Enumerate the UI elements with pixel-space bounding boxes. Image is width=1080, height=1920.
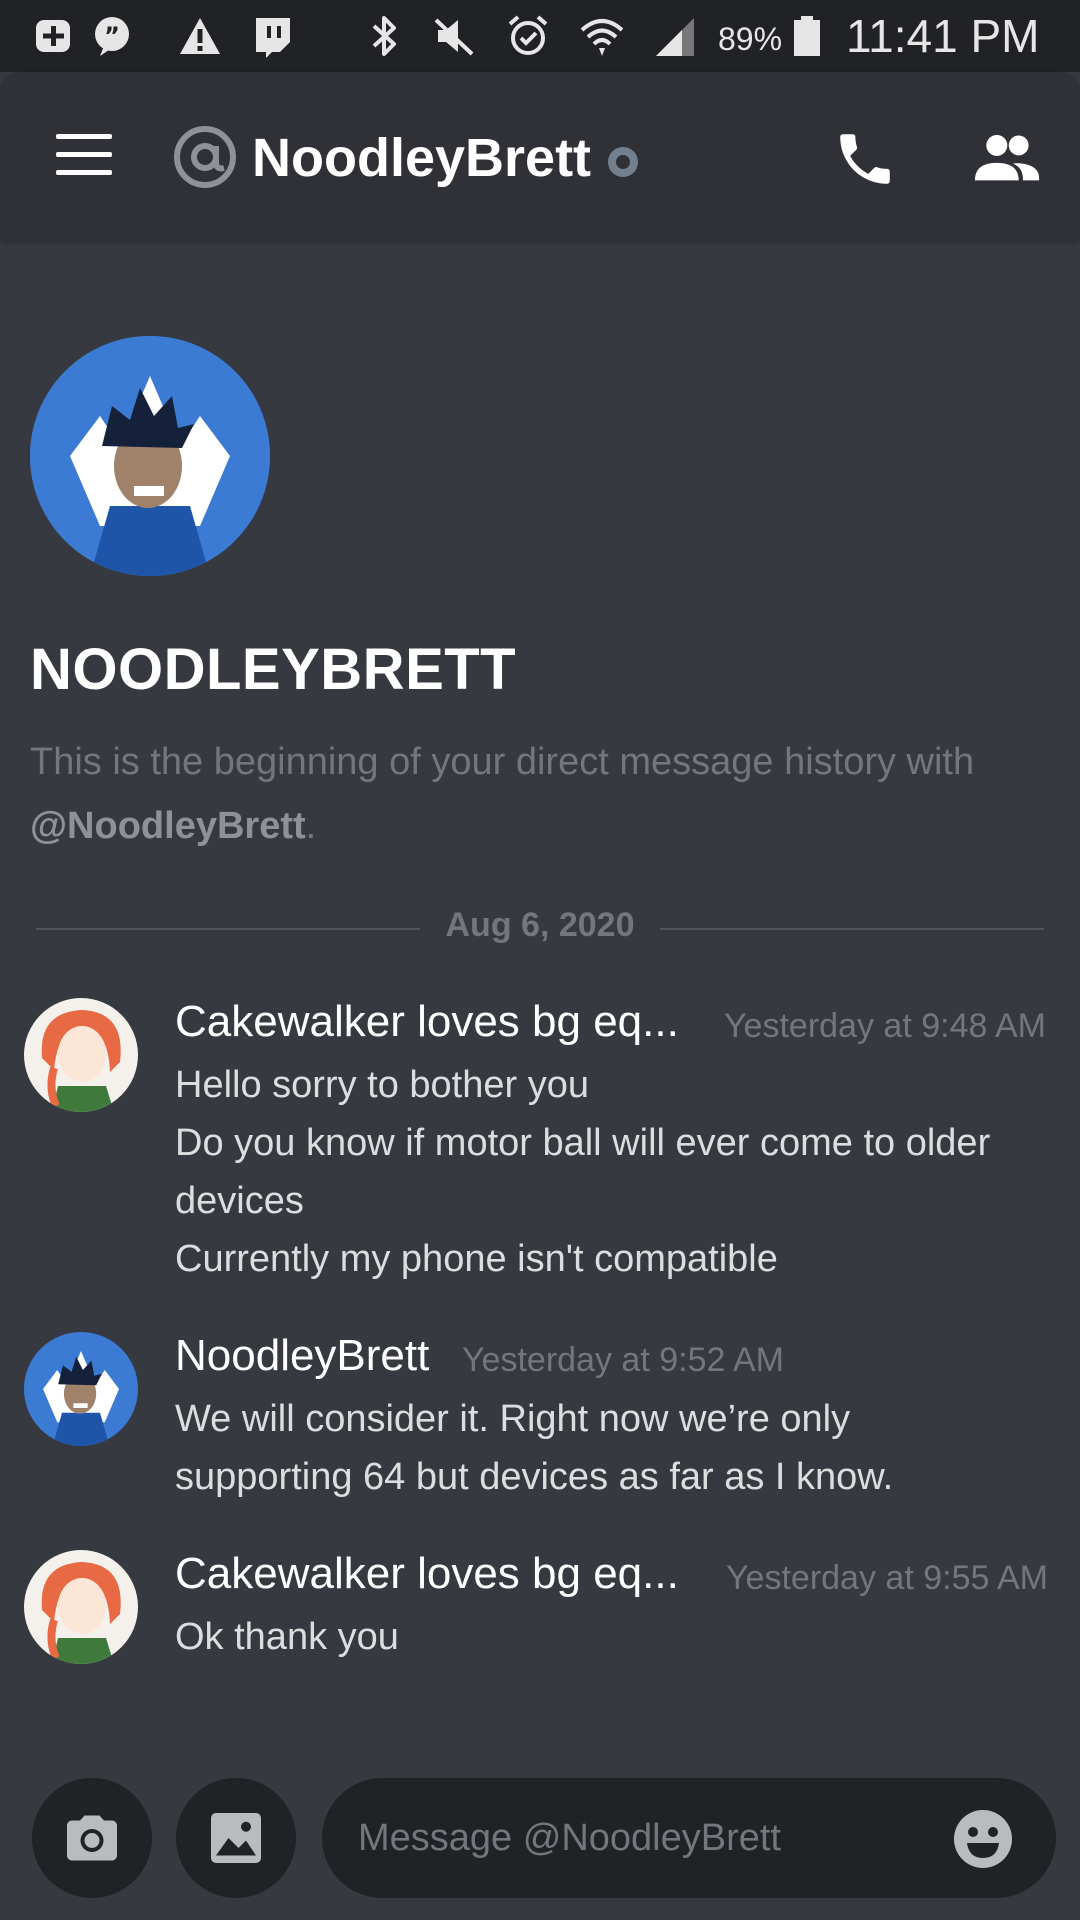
status-bar: ” 89% 11:41 PM — [0, 0, 1080, 72]
twitch-icon — [256, 18, 290, 58]
image-icon — [211, 1813, 261, 1863]
plus-box-icon — [36, 20, 70, 52]
signal-icon — [656, 18, 694, 56]
wifi-icon — [580, 19, 624, 56]
clock: 11:41 PM — [846, 10, 1040, 62]
gallery-button[interactable] — [176, 1778, 296, 1898]
message-timestamp: Yesterday at 9:48 AM — [724, 1007, 1046, 1045]
date-divider-line — [36, 928, 420, 930]
mute-icon — [434, 18, 474, 56]
members-icon[interactable] — [972, 130, 1042, 190]
message-line: devices — [175, 1180, 304, 1222]
channel-title: NoodleyBrett — [252, 128, 592, 188]
message-author[interactable]: NoodleyBrett — [175, 1330, 429, 1382]
message-timestamp: Yesterday at 9:55 AM — [726, 1559, 1048, 1597]
date-divider-label: Aug 6, 2020 — [445, 906, 635, 944]
message-author[interactable]: Cakewalker loves bg eq... — [175, 1548, 679, 1600]
avatar[interactable] — [24, 1332, 138, 1446]
emoji-icon[interactable] — [952, 1808, 1014, 1870]
date-divider-line — [660, 928, 1044, 930]
message-line: Do you know if motor ball will ever come… — [175, 1122, 991, 1164]
message-line: supporting 64 but devices as far as I kn… — [175, 1456, 894, 1498]
camera-icon — [67, 1815, 117, 1861]
at-icon — [174, 126, 236, 188]
svg-text:”: ” — [104, 22, 120, 50]
quote-bubble-icon: ” — [95, 17, 129, 56]
message-timestamp: Yesterday at 9:52 AM — [462, 1341, 784, 1379]
channel-header: NoodleyBrett — [0, 72, 1080, 240]
avatar[interactable] — [24, 998, 138, 1112]
mention-link[interactable]: @NoodleyBrett — [30, 805, 306, 847]
message-line: We will consider it. Right now we’re onl… — [175, 1398, 851, 1440]
message-line: Ok thank you — [175, 1616, 399, 1658]
menu-icon[interactable] — [56, 134, 112, 178]
user-avatar-large — [30, 336, 270, 576]
phone-icon[interactable] — [832, 126, 898, 192]
message-input[interactable] — [322, 1778, 1056, 1898]
welcome-description: This is the beginning of your direct mes… — [30, 741, 975, 847]
message-line: Hello sorry to bother you — [175, 1064, 589, 1106]
battery-icon — [794, 16, 820, 56]
offline-status-icon — [608, 147, 638, 177]
battery-percentage: 89% — [718, 21, 783, 57]
message-line: Currently my phone isn't compatible — [175, 1238, 778, 1280]
welcome-username: NOODLEYBRETT — [30, 637, 517, 702]
bluetooth-icon — [372, 16, 396, 56]
message-author[interactable]: Cakewalker loves bg eq... — [175, 996, 679, 1048]
alarm-icon — [508, 15, 548, 55]
camera-button[interactable] — [32, 1778, 152, 1898]
warning-icon — [180, 18, 220, 54]
avatar[interactable] — [24, 1550, 138, 1664]
